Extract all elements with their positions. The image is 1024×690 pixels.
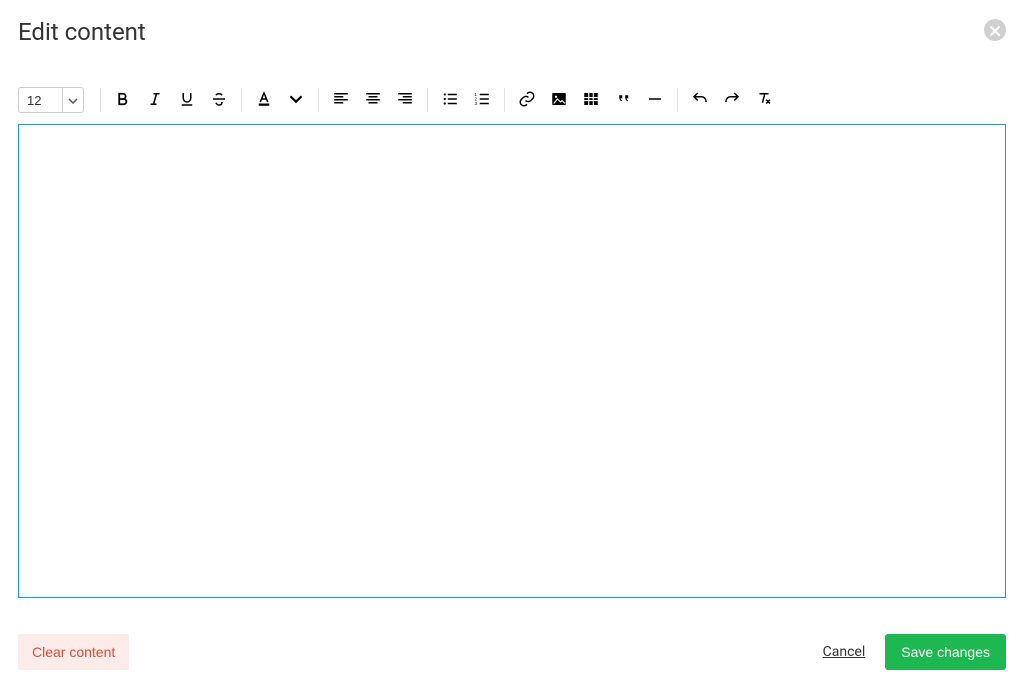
font-color-button[interactable] (248, 86, 280, 114)
italic-icon (146, 90, 164, 111)
bold-button[interactable] (107, 86, 139, 114)
horizontal-rule-icon (646, 90, 664, 111)
redo-button[interactable] (716, 86, 748, 114)
font-color-icon (255, 90, 273, 111)
underline-icon (178, 90, 196, 111)
toolbar-separator (427, 88, 428, 112)
modal-header: Edit content (18, 18, 1006, 46)
italic-button[interactable] (139, 86, 171, 114)
horizontal-rule-button[interactable] (639, 86, 671, 114)
clear-formatting-button[interactable] (748, 86, 780, 114)
svg-text:3: 3 (475, 101, 478, 106)
font-size-control (18, 87, 84, 113)
image-button[interactable] (543, 86, 575, 114)
cancel-link[interactable]: Cancel (823, 644, 866, 660)
numbered-list-icon: 123 (473, 90, 491, 111)
chevron-down-icon (289, 92, 303, 109)
close-button[interactable] (984, 19, 1006, 41)
align-right-icon (396, 90, 414, 111)
toolbar-separator (100, 88, 101, 112)
align-center-button[interactable] (357, 86, 389, 114)
strikethrough-button[interactable] (203, 86, 235, 114)
font-color-dropdown[interactable] (280, 86, 312, 114)
image-icon (550, 90, 568, 111)
numbered-list-button[interactable]: 123 (466, 86, 498, 114)
align-right-button[interactable] (389, 86, 421, 114)
undo-icon (691, 90, 709, 111)
modal-title: Edit content (18, 18, 146, 46)
toolbar-separator (241, 88, 242, 112)
undo-button[interactable] (684, 86, 716, 114)
toolbar-separator (318, 88, 319, 112)
strikethrough-icon (210, 90, 228, 111)
toolbar-separator (677, 88, 678, 112)
quote-button[interactable] (607, 86, 639, 114)
bold-icon (114, 90, 132, 111)
table-button[interactable] (575, 86, 607, 114)
toolbar-separator (504, 88, 505, 112)
align-center-icon (364, 90, 382, 111)
link-icon (518, 90, 536, 111)
modal-footer: Clear content Cancel Save changes (18, 634, 1006, 670)
editor-toolbar: 123 (18, 86, 1006, 114)
chevron-down-icon (68, 91, 78, 110)
save-changes-button[interactable]: Save changes (885, 634, 1006, 670)
redo-icon (723, 90, 741, 111)
edit-content-modal: Edit content (0, 0, 1024, 690)
font-size-dropdown[interactable] (62, 87, 84, 113)
close-icon (990, 21, 1000, 40)
underline-button[interactable] (171, 86, 203, 114)
content-editor[interactable] (18, 124, 1006, 598)
clear-content-button[interactable]: Clear content (18, 634, 129, 670)
align-left-button[interactable] (325, 86, 357, 114)
bullet-list-button[interactable] (434, 86, 466, 114)
link-button[interactable] (511, 86, 543, 114)
clear-formatting-icon (755, 90, 773, 111)
quote-icon (614, 90, 632, 111)
bullet-list-icon (441, 90, 459, 111)
align-left-icon (332, 90, 350, 111)
table-icon (582, 90, 600, 111)
font-size-input[interactable] (18, 87, 62, 113)
